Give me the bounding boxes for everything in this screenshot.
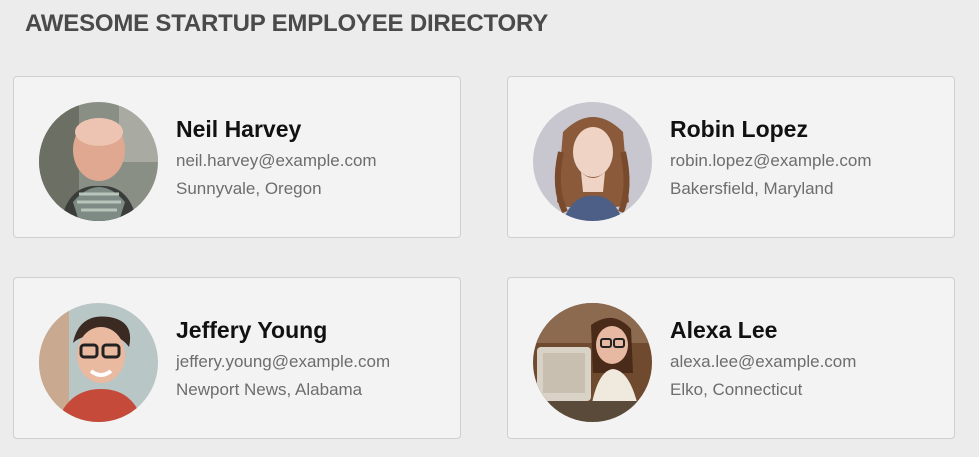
employee-name: Alexa Lee [670, 317, 778, 343]
woman-at-computer-photo [533, 303, 652, 422]
employee-card[interactable]: Alexa Lee alexa.lee@example.com Elko, Co… [507, 277, 955, 439]
employee-card[interactable]: Robin Lopez robin.lopez@example.com Bake… [507, 76, 955, 238]
employee-location: Bakersfield, Maryland [670, 179, 834, 198]
employee-card[interactable]: Jeffery Young jeffery.young@example.com … [13, 277, 461, 439]
employee-location: Newport News, Alabama [176, 380, 363, 399]
employee-name: Robin Lopez [670, 116, 808, 142]
employee-email: neil.harvey@example.com [176, 151, 377, 170]
man-with-scarf-photo [39, 102, 158, 221]
employee-card[interactable]: Neil Harvey neil.harvey@example.com Sunn… [13, 76, 461, 238]
page-title: AWESOME STARTUP EMPLOYEE DIRECTORY [25, 10, 549, 37]
employee-name: Neil Harvey [176, 116, 302, 142]
woman-curly-hair-photo [533, 102, 652, 221]
employee-email: robin.lopez@example.com [670, 151, 872, 170]
man-with-glasses-photo [39, 303, 158, 422]
employee-avatar [533, 303, 652, 422]
employee-email: jeffery.young@example.com [176, 352, 391, 371]
employee-avatar [39, 303, 158, 422]
employee-location: Sunnyvale, Oregon [176, 179, 322, 198]
employee-avatar [533, 102, 652, 221]
employee-location: Elko, Connecticut [670, 380, 803, 399]
employee-avatar [39, 102, 158, 221]
employee-email: alexa.lee@example.com [670, 352, 857, 371]
employee-name: Jeffery Young [176, 317, 328, 343]
